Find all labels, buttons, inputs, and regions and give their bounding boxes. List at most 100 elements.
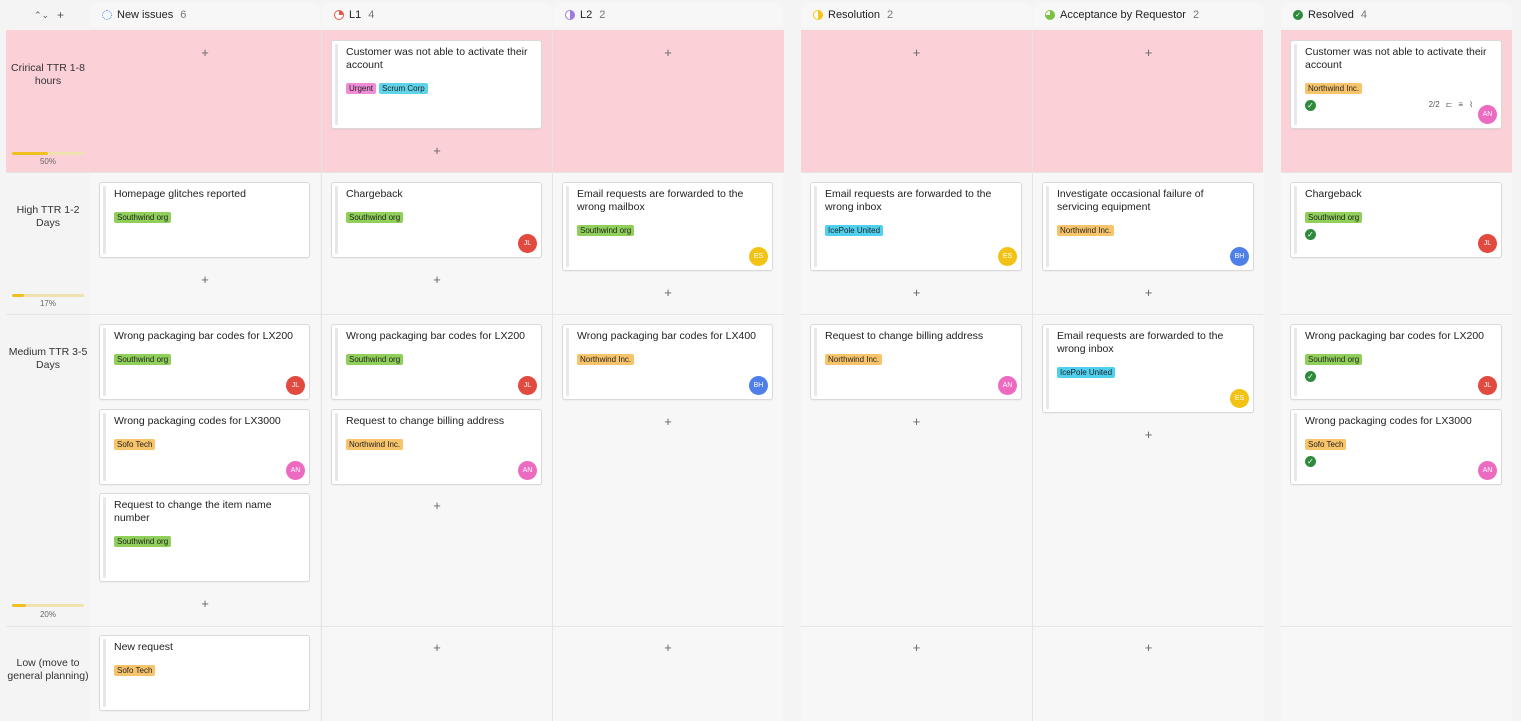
issue-card[interactable]: Email requests are forwarded to the wron…	[562, 182, 773, 271]
add-card-button[interactable]: +	[1139, 286, 1159, 300]
swimlane-label[interactable]: High TTR 1-2 Days	[6, 204, 90, 230]
issue-card[interactable]: Wrong packaging bar codes for LX200 South…	[1290, 324, 1502, 400]
column-divider	[1032, 30, 1033, 721]
issue-card[interactable]: Wrong packaging bar codes for LX200 South…	[331, 324, 542, 400]
add-card-button[interactable]: +	[658, 46, 678, 60]
assignee-avatar[interactable]: AN	[286, 461, 305, 480]
issue-card[interactable]: Customer was not able to activate their …	[331, 40, 542, 129]
add-card-button[interactable]: +	[907, 46, 927, 60]
card-title: Wrong packaging bar codes for LX200	[346, 330, 526, 342]
assignee-avatar[interactable]: ES	[749, 247, 768, 266]
card-title: Customer was not able to activate their …	[1305, 46, 1487, 71]
assignee-avatar[interactable]: AN	[998, 376, 1017, 395]
swimlane-label[interactable]: Crirical TTR 1-8 hours	[6, 62, 90, 88]
collapse-rows-icon[interactable]: ⌃⌄	[34, 8, 49, 22]
swimlane-progress-text: 20%	[39, 610, 56, 619]
swimlane-label[interactable]: Medium TTR 3-5 Days	[6, 346, 90, 372]
column-title: Resolution	[828, 9, 880, 21]
issue-card[interactable]: Request to change billing address Northwi…	[331, 409, 542, 485]
card-tags: Northwind Inc.	[577, 354, 635, 365]
card-tags: Southwind org	[1305, 354, 1363, 365]
issue-card[interactable]: Wrong packaging codes for LX3000 Sofo Tec…	[99, 409, 310, 485]
column-header[interactable]: Resolution 2	[801, 3, 1032, 27]
tag-label: Scrum Corp	[379, 83, 428, 94]
add-card-button[interactable]: +	[1139, 428, 1159, 442]
tag-label: Northwind Inc.	[1305, 83, 1363, 94]
add-card-button[interactable]: +	[1139, 641, 1159, 655]
add-card-button[interactable]: +	[427, 641, 447, 655]
card-title: Email requests are forwarded to the wron…	[1057, 330, 1224, 355]
row-divider	[6, 314, 784, 315]
issue-card[interactable]: New request Sofo Tech	[99, 635, 310, 711]
assignee-avatar[interactable]: BH	[749, 376, 768, 395]
row-divider	[801, 626, 1263, 627]
tag-label: Southwind org	[114, 536, 172, 547]
assignee-avatar[interactable]: ES	[1230, 389, 1249, 408]
swimlane-label[interactable]: Low (move to general planning)	[6, 657, 90, 683]
done-check-icon: ✓	[1305, 229, 1316, 240]
tag-label: IcePole United	[1057, 367, 1116, 378]
add-card-button[interactable]: +	[195, 597, 215, 611]
add-row-button[interactable]: +	[57, 8, 64, 22]
column-header[interactable]: L1 4	[322, 3, 552, 27]
half-circle-icon	[813, 10, 823, 20]
add-card-button[interactable]: +	[907, 286, 927, 300]
issue-card[interactable]: Homepage glitches reported Southwind org	[99, 182, 310, 258]
issue-card[interactable]: Wrong packaging bar codes for LX400 North…	[562, 324, 773, 400]
issue-card[interactable]: Email requests are forwarded to the wron…	[810, 182, 1022, 271]
add-card-button[interactable]: +	[907, 415, 927, 429]
tag-label: IcePole United	[825, 225, 884, 236]
assignee-avatar[interactable]: AN	[518, 461, 537, 480]
issue-card[interactable]: Chargeback Southwind org JL	[331, 182, 542, 258]
assignee-avatar[interactable]: ES	[998, 247, 1017, 266]
add-card-button[interactable]: +	[907, 641, 927, 655]
issue-card[interactable]: Wrong packaging codes for LX3000 Sofo Tec…	[1290, 409, 1502, 485]
issue-card[interactable]: Wrong packaging bar codes for LX200 South…	[99, 324, 310, 400]
done-check-icon: ✓	[1305, 371, 1316, 382]
assignee-avatar[interactable]: JL	[518, 376, 537, 395]
add-card-button[interactable]: +	[427, 273, 447, 287]
issue-card[interactable]: Customer was not able to activate their …	[1290, 40, 1502, 129]
issue-card[interactable]: Email requests are forwarded to the wron…	[1042, 324, 1254, 413]
column-header[interactable]: New issues 6	[90, 3, 320, 27]
done-check-icon: ✓	[1305, 100, 1316, 111]
description-icon: ≡	[1458, 100, 1464, 109]
issue-card[interactable]: Request to change the item name number So…	[99, 493, 310, 582]
column-title: L1	[349, 9, 362, 21]
assignee-avatar[interactable]: BH	[1230, 247, 1249, 266]
card-tags: Southwind org	[346, 212, 404, 223]
column-header[interactable]: Acceptance by Requestor 2	[1033, 3, 1264, 27]
card-title: Wrong packaging codes for LX3000	[1305, 415, 1472, 427]
tag-label: Urgent	[346, 83, 377, 94]
issue-card[interactable]: Request to change billing address Northwi…	[810, 324, 1022, 400]
card-tags: Sofo Tech	[114, 439, 156, 450]
issue-card[interactable]: Investigate occasional failure of servic…	[1042, 182, 1254, 271]
card-title: Wrong packaging bar codes for LX200	[114, 330, 294, 342]
add-card-button[interactable]: +	[1139, 46, 1159, 60]
assignee-avatar[interactable]: JL	[1478, 234, 1497, 253]
tag-label: Northwind Inc.	[1057, 225, 1115, 236]
add-card-button[interactable]: +	[427, 499, 447, 513]
card-meta: 2/2 ⊏ ≡ ⌇	[1429, 100, 1473, 109]
issue-card[interactable]: Chargeback Southwind org ✓ JL	[1290, 182, 1502, 258]
add-card-button[interactable]: +	[658, 286, 678, 300]
add-card-button[interactable]: +	[658, 415, 678, 429]
assignee-avatar[interactable]: JL	[518, 234, 537, 253]
assignee-avatar[interactable]: AN	[1478, 461, 1497, 480]
column-header[interactable]: L2 2	[553, 3, 783, 27]
column-count: 6	[180, 9, 187, 21]
column-header[interactable]: ✓ Resolved 4	[1281, 3, 1512, 27]
card-tags: Southwind org	[114, 354, 172, 365]
add-card-button[interactable]: +	[427, 144, 447, 158]
assignee-avatar[interactable]: AN	[1478, 105, 1497, 124]
assignee-avatar[interactable]: JL	[286, 376, 305, 395]
assignee-avatar[interactable]: JL	[1478, 376, 1497, 395]
half-circle-icon	[565, 10, 575, 20]
tag-label: Sofo Tech	[114, 665, 156, 676]
add-card-button[interactable]: +	[195, 46, 215, 60]
card-title: Investigate occasional failure of servic…	[1057, 188, 1204, 213]
row-divider	[1281, 314, 1512, 315]
add-card-button[interactable]: +	[195, 273, 215, 287]
card-title: Wrong packaging codes for LX3000	[114, 415, 281, 427]
add-card-button[interactable]: +	[658, 641, 678, 655]
